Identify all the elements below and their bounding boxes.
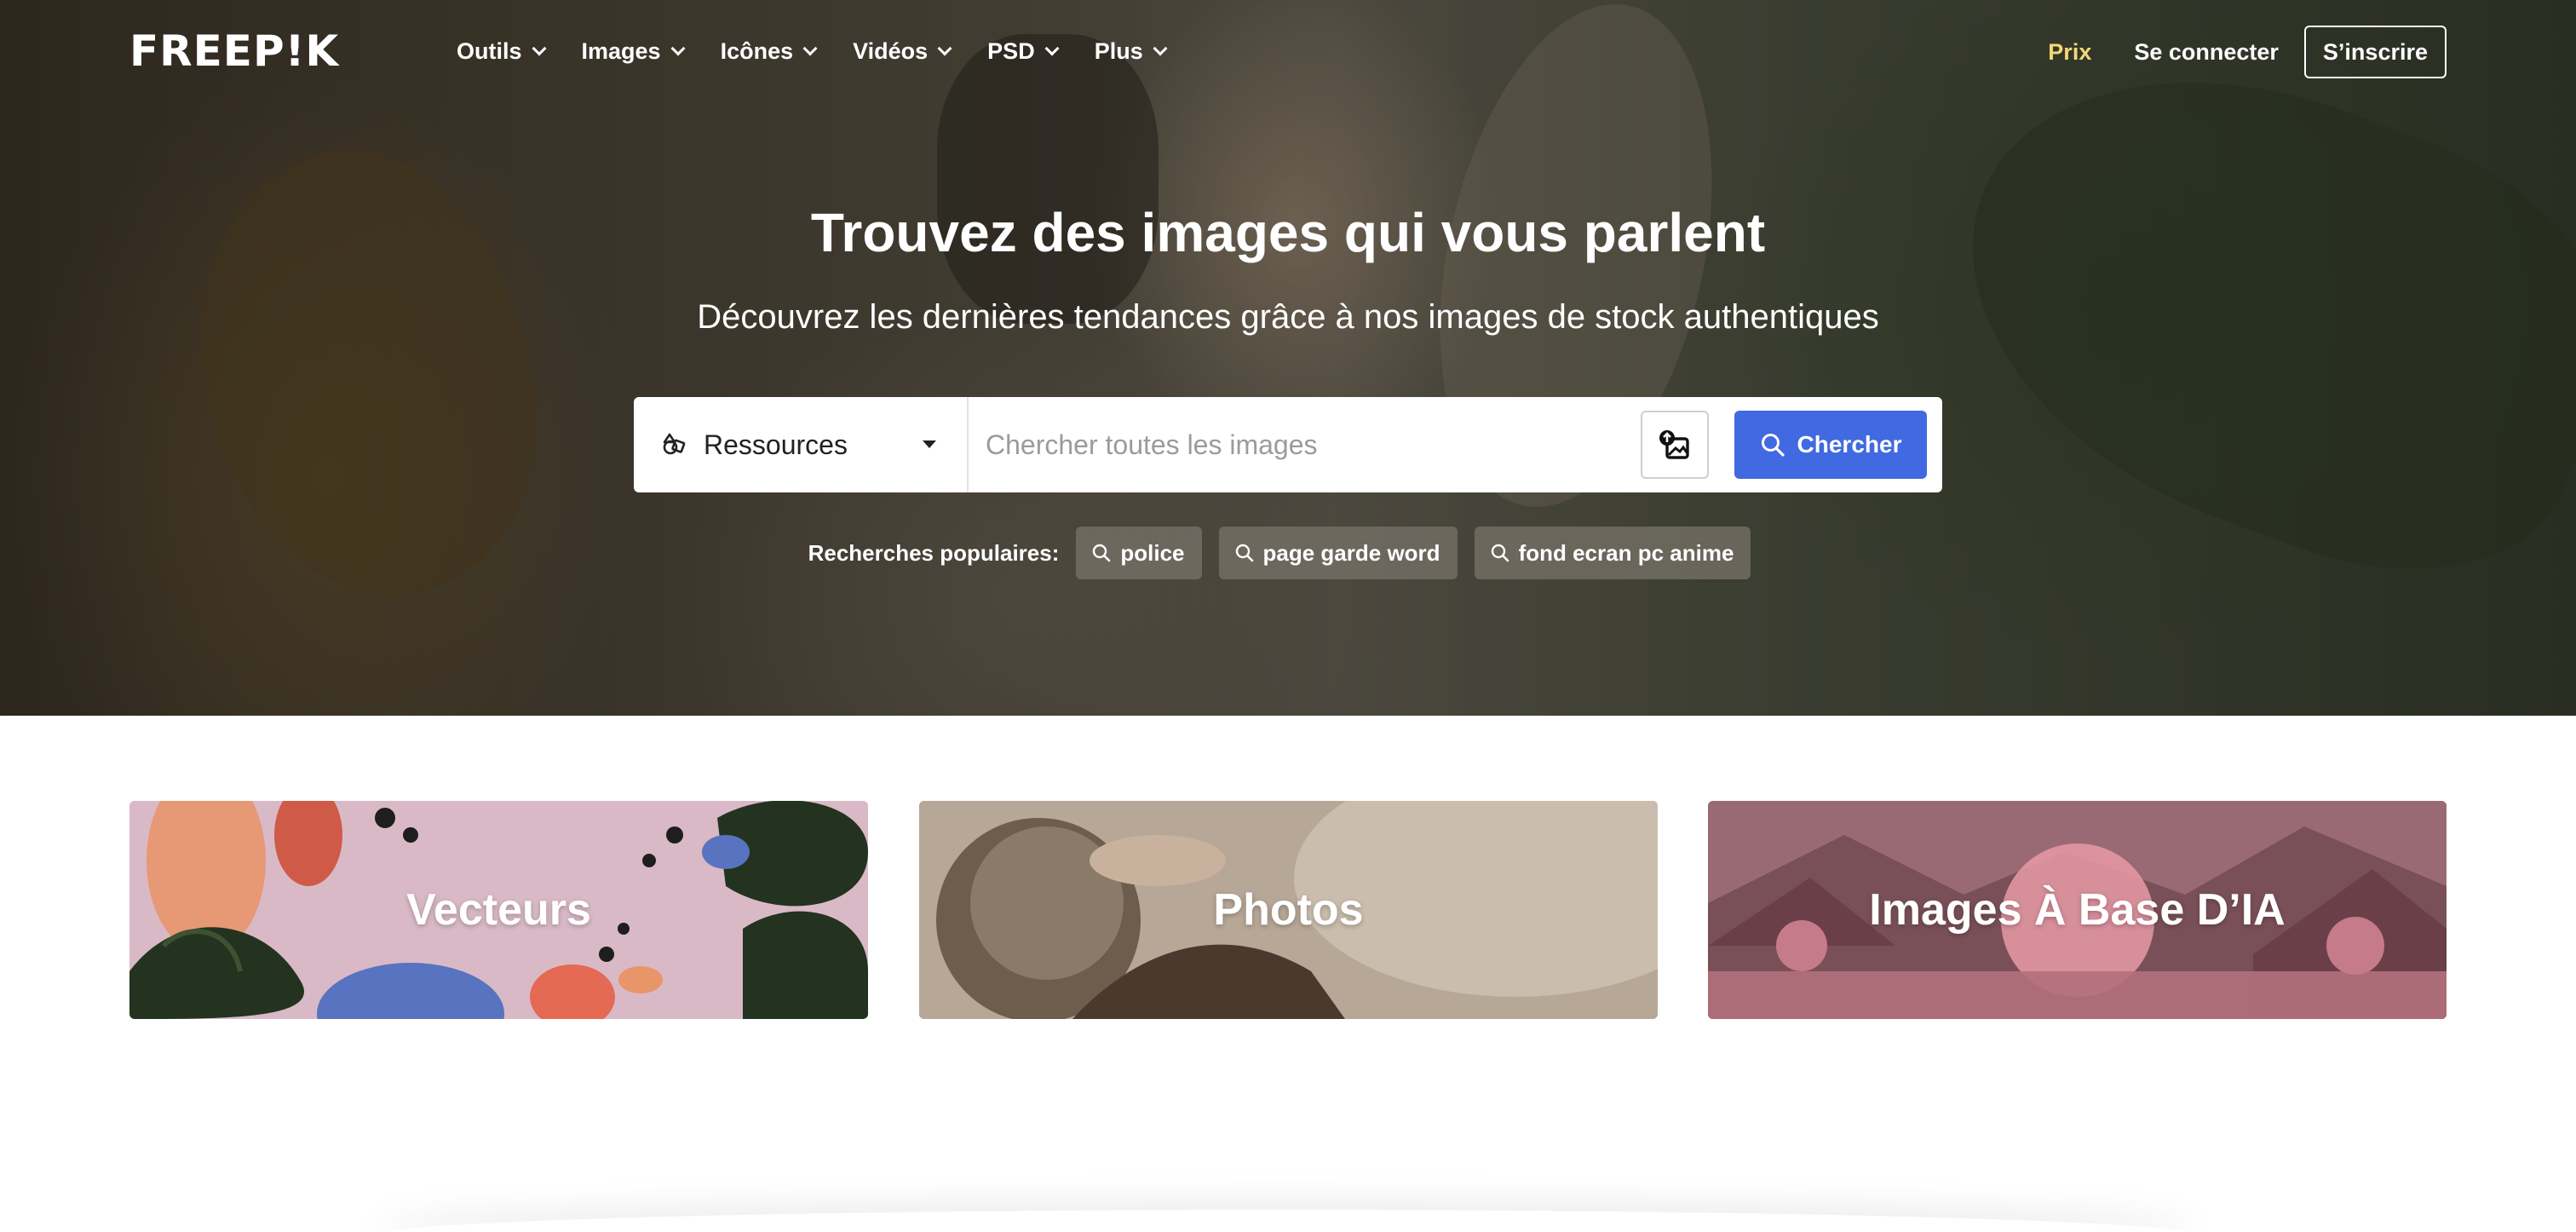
hero-title: Trouvez des images qui vous parlent [810, 202, 1766, 263]
freepik-logo[interactable]: FREEP!K [129, 27, 339, 75]
resource-type-value: Ressources [704, 429, 848, 460]
nav-item-label: Vidéos [853, 37, 929, 64]
category-cards: Vecteurs Photos Images À Base D’IA [129, 801, 2447, 1019]
chevron-down-icon [670, 41, 686, 56]
top-navigation: FREEP!K Outils Images Icônes Vidéos PSD … [0, 0, 2576, 102]
login-link[interactable]: Se connecter [2134, 39, 2279, 66]
category-card-photos[interactable]: Photos [919, 801, 1658, 1019]
popular-tag[interactable]: police [1076, 527, 1202, 579]
category-card-ai-images[interactable]: Images À Base D’IA [1708, 801, 2447, 1019]
resource-type-select[interactable]: Ressources [634, 397, 969, 492]
search-button[interactable]: Chercher [1734, 411, 1927, 479]
image-search-icon [1659, 430, 1689, 459]
caret-down-icon [923, 440, 936, 448]
search-icon [1491, 544, 1509, 562]
hero-subtitle: Découvrez les dernières tendances grâce … [697, 298, 1879, 336]
popular-tag-label: police [1120, 539, 1185, 566]
nav-item-outils[interactable]: Outils [457, 32, 547, 70]
resources-icon [663, 433, 686, 455]
nav-item-label: Icônes [720, 37, 794, 64]
nav-item-psd[interactable]: PSD [987, 32, 1060, 70]
nav-item-images[interactable]: Images [581, 32, 686, 70]
category-card-label: Photos [1213, 885, 1364, 935]
search-input[interactable] [969, 397, 1633, 492]
nav-item-label: Images [581, 37, 661, 64]
nav-item-plus[interactable]: Plus [1094, 32, 1168, 70]
chevron-down-icon [1153, 41, 1168, 56]
nav-item-icones[interactable]: Icônes [720, 32, 818, 70]
chevron-down-icon [1044, 41, 1060, 56]
hero-section: FREEP!K Outils Images Icônes Vidéos PSD … [0, 0, 2576, 716]
search-bar: Ressources Chercher [634, 397, 1942, 492]
popular-searches: Recherches populaires: police page garde… [0, 527, 2576, 579]
nav-actions: Prix Se connecter S’inscrire [2048, 26, 2447, 78]
signup-button[interactable]: S’inscrire [2303, 26, 2447, 78]
nav-item-videos[interactable]: Vidéos [853, 32, 952, 70]
nav-item-label: Outils [457, 37, 522, 64]
content-section-edge [375, 1210, 2198, 1232]
popular-tag[interactable]: fond ecran pc anime [1474, 527, 1751, 579]
chevron-down-icon [802, 41, 818, 56]
nav-menu: Outils Images Icônes Vidéos PSD Plus [457, 32, 1203, 70]
hero-overlay [0, 0, 2576, 716]
image-search-button[interactable] [1641, 411, 1709, 479]
search-button-label: Chercher [1797, 431, 1902, 458]
category-card-vectors[interactable]: Vecteurs [129, 801, 868, 1019]
search-icon [1093, 544, 1111, 562]
search-icon [1235, 544, 1253, 562]
pricing-link[interactable]: Prix [2048, 39, 2091, 66]
chevron-down-icon [937, 41, 952, 56]
nav-item-label: Plus [1094, 37, 1143, 64]
chevron-down-icon [532, 41, 547, 56]
category-card-label: Vecteurs [406, 885, 591, 935]
nav-item-label: PSD [987, 37, 1035, 64]
popular-tag-label: fond ecran pc anime [1518, 539, 1734, 566]
popular-tag-label: page garde word [1262, 539, 1440, 566]
search-icon [1761, 434, 1785, 457]
popular-searches-label: Recherches populaires: [808, 539, 1060, 566]
popular-tag[interactable]: page garde word [1218, 527, 1458, 579]
category-card-label: Images À Base D’IA [1869, 885, 2286, 935]
